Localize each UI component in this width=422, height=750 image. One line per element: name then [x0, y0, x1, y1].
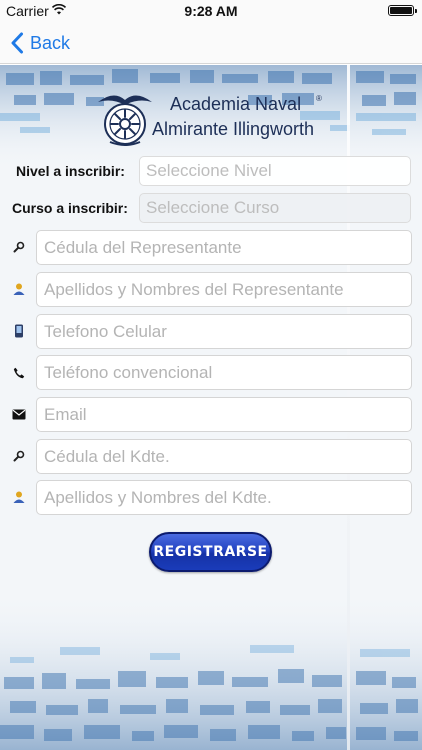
back-button[interactable]: Back — [10, 28, 70, 58]
user-icon — [11, 489, 27, 505]
nivel-placeholder: Seleccione Nivel — [146, 161, 272, 180]
back-label: Back — [30, 32, 71, 53]
telefono-convencional-input[interactable] — [36, 355, 412, 390]
nivel-label: Nivel a inscribir: — [16, 163, 125, 179]
nombres-representante-input[interactable] — [36, 272, 412, 307]
academy-name-line1: Academia Naval — [170, 94, 302, 114]
registered-mark: ® — [316, 94, 322, 103]
academy-name-line2: Almirante Illingworth — [152, 119, 315, 139]
cedula-representante-input[interactable] — [36, 230, 412, 265]
user-icon — [11, 281, 27, 297]
nivel-select[interactable]: Seleccione Nivel — [139, 156, 411, 186]
register-button[interactable]: REGISTRARSE — [149, 532, 272, 572]
register-button-label: REGISTRARSE — [153, 544, 268, 560]
telefono-celular-input[interactable] — [36, 314, 412, 349]
curso-select[interactable]: Seleccione Curso — [139, 193, 411, 223]
email-input[interactable] — [36, 397, 412, 432]
nombres-kdte-input[interactable] — [36, 480, 412, 515]
envelope-icon — [11, 406, 27, 422]
search-icon — [11, 448, 27, 464]
academy-logo — [94, 88, 156, 148]
navigation-bar: Back — [0, 22, 422, 64]
status-bar: Carrier 9:28 AM — [0, 0, 422, 22]
chevron-left-icon — [11, 32, 23, 54]
mobile-phone-icon — [11, 323, 27, 339]
curso-placeholder: Seleccione Curso — [146, 198, 280, 217]
naval-emblem-icon — [98, 95, 152, 146]
search-icon — [11, 239, 27, 255]
clock: 9:28 AM — [184, 3, 238, 19]
cedula-kdte-input[interactable] — [36, 439, 412, 474]
battery-icon — [388, 5, 417, 16]
curso-label: Curso a inscribir: — [12, 200, 128, 216]
phone-icon — [11, 365, 27, 381]
